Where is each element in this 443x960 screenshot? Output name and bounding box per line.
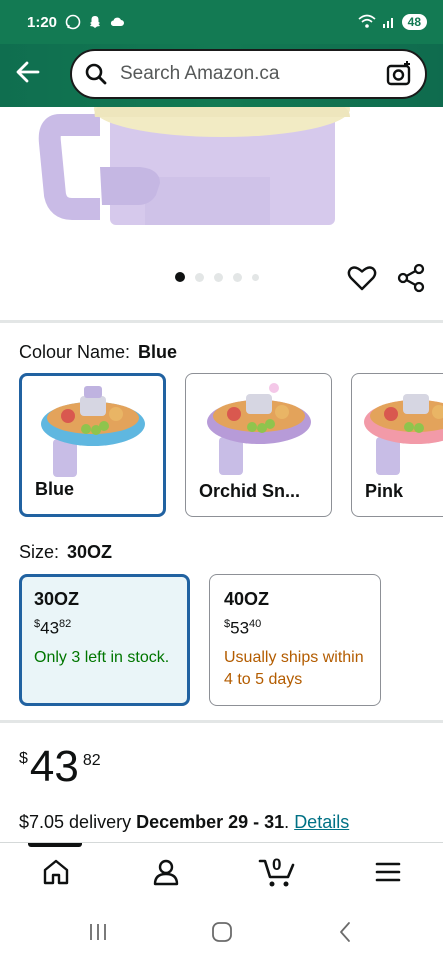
size-option-name: 40OZ	[224, 589, 270, 609]
price-whole: 43	[29, 742, 79, 791]
signal-icon	[382, 18, 393, 28]
delivery-dates: December 29 - 31	[136, 812, 285, 832]
carousel-dot[interactable]	[233, 272, 242, 282]
product-page: 1:20 48 Search Amazon.ca Colour Name: Bl…	[0, 0, 443, 960]
size-label-row: Size: 30OZ	[19, 542, 112, 563]
snapchat-icon	[90, 16, 101, 28]
size-label: Size:	[19, 542, 60, 562]
menu-icon[interactable]	[373, 857, 403, 887]
delivery-suffix: .	[284, 812, 295, 832]
active-tab-indicator	[28, 843, 82, 847]
carousel-dot[interactable]	[195, 272, 204, 282]
colour-option-name: Orchid Sn...	[199, 481, 301, 501]
price-currency: $	[19, 750, 28, 767]
account-icon[interactable]	[151, 857, 181, 887]
carousel-dot[interactable]	[252, 273, 259, 281]
colour-option-name: Blue	[35, 479, 75, 499]
battery-indicator: 48	[401, 14, 427, 30]
carousel-dot-active[interactable]	[175, 272, 185, 282]
delivery-cost: $7.05 delivery	[19, 812, 137, 832]
wishlist-heart-icon[interactable]	[347, 263, 377, 293]
search-input[interactable]	[120, 63, 370, 85]
recent-apps-icon[interactable]	[86, 920, 110, 944]
carousel-dot[interactable]	[214, 272, 223, 282]
search-bar[interactable]	[70, 49, 427, 99]
price-display: $ 43 82	[19, 742, 101, 792]
size-option-availability: Usually ships within 4 to 5 days	[224, 648, 364, 688]
size-option-40oz[interactable]: 40OZ $5340 Usually ships within 4 to 5 d…	[209, 574, 381, 706]
status-notification-icons	[65, 14, 125, 30]
size-selected-value: 30OZ	[67, 542, 113, 562]
back-button-icon[interactable]	[334, 920, 358, 944]
section-divider	[0, 320, 443, 323]
size-option-name: 30OZ	[34, 589, 80, 609]
home-button-icon[interactable]	[210, 920, 234, 944]
image-carousel-dots	[175, 272, 259, 282]
size-option-30oz[interactable]: 30OZ $4382 Only 3 left in stock.	[19, 574, 190, 706]
cart-count: 0	[272, 855, 282, 874]
wifi-icon	[358, 14, 376, 28]
colour-label: Colour Name:	[19, 342, 131, 362]
cloud-icon	[110, 17, 125, 26]
delivery-info: $7.05 delivery December 29 - 31. Details	[19, 812, 349, 833]
search-icon	[85, 63, 107, 85]
colour-label-row: Colour Name: Blue	[19, 342, 177, 363]
tumbler-image	[38, 107, 350, 225]
whatsapp-icon	[65, 14, 81, 30]
delivery-details-link[interactable]: Details	[294, 812, 349, 832]
swatch-image	[40, 386, 145, 477]
swatch-image	[206, 383, 311, 475]
colour-selected-value: Blue	[138, 342, 178, 362]
colour-option-pink[interactable]: Pink	[351, 373, 443, 517]
share-icon[interactable]	[396, 263, 426, 293]
camera-search-icon[interactable]	[385, 60, 413, 88]
status-time: 1:20	[27, 13, 58, 31]
size-option-price: $4382	[34, 618, 72, 638]
status-right: 48	[358, 14, 427, 30]
size-option-availability: Only 3 left in stock.	[34, 648, 170, 666]
product-image[interactable]	[0, 107, 443, 257]
colour-option-orchid[interactable]: Orchid Sn...	[185, 373, 332, 517]
size-option-price: $5340	[224, 618, 262, 638]
bottom-navigation: 0	[0, 842, 443, 900]
status-bar: 1:20 48	[0, 0, 443, 44]
section-divider	[0, 720, 443, 723]
system-navigation-bar	[0, 900, 443, 960]
cart-button[interactable]: 0	[258, 853, 296, 889]
colour-option-blue[interactable]: Blue	[19, 373, 166, 517]
price-fraction: 82	[82, 752, 101, 769]
colour-option-name: Pink	[365, 481, 404, 501]
header-bar	[0, 44, 443, 107]
home-icon[interactable]	[41, 857, 71, 887]
swatch-image	[364, 394, 443, 475]
back-arrow-icon[interactable]	[14, 58, 42, 86]
